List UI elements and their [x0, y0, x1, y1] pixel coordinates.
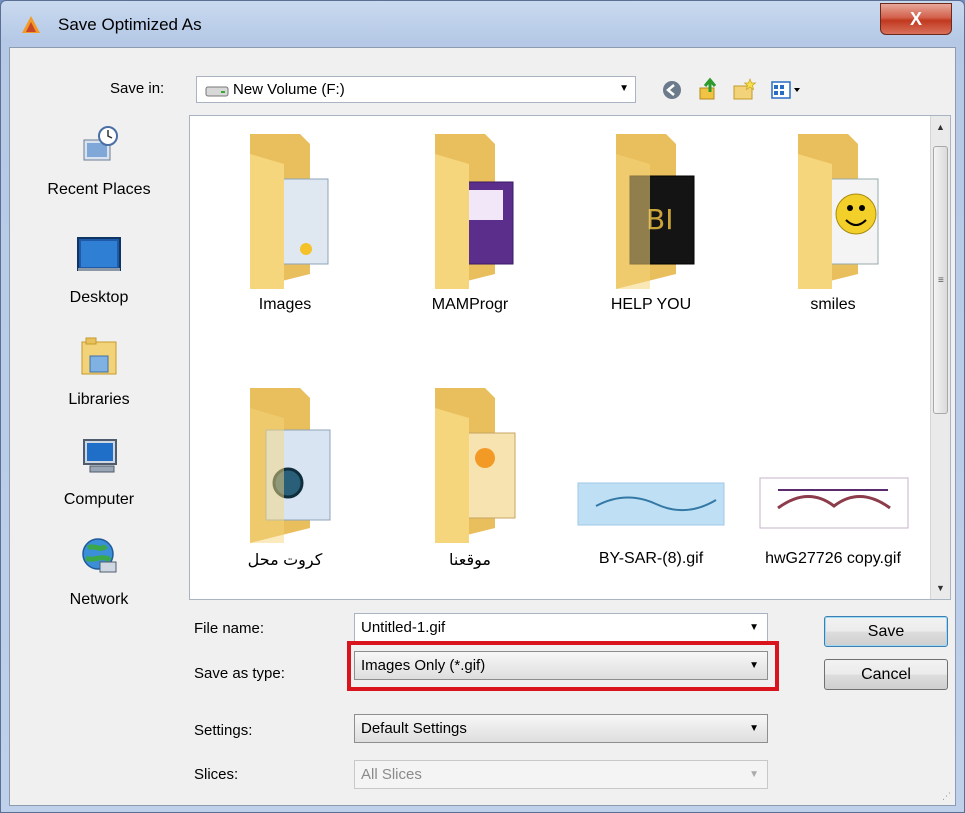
up-folder-icon[interactable] [694, 76, 722, 104]
save-dialog-window: Save Optimized As X Save in: New Volume … [0, 0, 965, 813]
close-button[interactable]: X [880, 3, 952, 35]
item-name: smiles [810, 296, 856, 313]
fireworks-app-icon [22, 16, 40, 33]
computer-icon [83, 439, 117, 473]
image-file-item[interactable]: BY-SAR-(8).gif [566, 378, 736, 568]
place-label: Recent Places [47, 181, 151, 198]
grip-icon: ≡ [938, 275, 944, 286]
file-name-input[interactable]: Untitled-1.gif ▼ [354, 613, 768, 642]
folder-icon [435, 134, 514, 289]
scroll-down-arrow-icon[interactable]: ▼ [931, 579, 950, 597]
folder-icon [250, 388, 331, 543]
window-title: Save Optimized As [58, 15, 202, 34]
view-menu-icon[interactable] [768, 76, 808, 104]
slices-label: Slices: [194, 766, 239, 783]
folder-item[interactable]: MAMProgr [385, 124, 555, 314]
slices-value: All Slices [361, 766, 422, 783]
chevron-down-icon: ▼ [619, 83, 629, 94]
cancel-button[interactable]: Cancel [824, 659, 948, 690]
save-in-value: New Volume (F:) [233, 81, 345, 98]
image-thumbnail [577, 482, 725, 526]
resize-grip-icon[interactable]: ⋰ [942, 791, 951, 802]
folder-item[interactable]: Images [200, 124, 370, 314]
dialog-client-area: Save in: New Volume (F:) ▼ Recent Places… [9, 47, 956, 806]
place-desktop[interactable]: Desktop [10, 232, 188, 307]
folder-item[interactable]: كروت محل [200, 378, 370, 569]
recent-places-icon [83, 126, 118, 161]
chevron-down-icon[interactable]: ▼ [749, 622, 759, 633]
item-name: Images [258, 296, 312, 313]
scroll-up-arrow-icon[interactable]: ▲ [931, 118, 950, 136]
item-name: موقعنا [449, 552, 491, 569]
place-network[interactable]: Network [10, 534, 188, 609]
save-as-type-label: Save as type: [194, 665, 285, 682]
item-name: MAMProgr [431, 296, 509, 313]
vertical-scrollbar[interactable]: ▲ ≡ ▼ [930, 116, 950, 599]
image-thumbnail [759, 477, 909, 529]
item-name: BY-SAR-(8).gif [598, 550, 704, 567]
item-name: hwG27726 copy.gif [765, 550, 901, 567]
folder-item[interactable]: smiles [748, 124, 918, 314]
svg-text:BI: BI [646, 203, 673, 236]
folder-icon [250, 134, 329, 289]
chevron-down-icon: ▼ [749, 723, 759, 734]
folder-icon: BI [616, 134, 695, 289]
item-name: HELP YOU [610, 296, 692, 313]
desktop-icon [77, 237, 121, 271]
folder-item[interactable]: موقعنا [385, 378, 555, 569]
place-label: Libraries [68, 391, 130, 408]
drive-icon [205, 86, 229, 97]
folder-icon [435, 388, 516, 543]
save-in-dropdown[interactable]: New Volume (F:) ▼ [196, 76, 636, 103]
place-recent-places[interactable]: Recent Places [10, 124, 188, 199]
file-name-value: Untitled-1.gif [361, 619, 446, 636]
folder-item[interactable]: BI HELP YOU [566, 124, 736, 314]
network-icon [82, 538, 117, 573]
folder-icon [798, 134, 879, 289]
item-name: كروت محل [247, 552, 323, 569]
file-list-view[interactable]: Images MAMProgr BI HELP YOU smiles كروت … [189, 115, 951, 600]
place-computer[interactable]: Computer [10, 434, 188, 509]
settings-label: Settings: [194, 722, 253, 739]
save-button[interactable]: Save [824, 616, 948, 647]
file-name-label: File name: [194, 620, 265, 637]
place-label: Computer [63, 491, 135, 508]
place-label: Desktop [69, 289, 129, 306]
place-label: Network [69, 591, 129, 608]
slices-dropdown: All Slices ▼ [354, 760, 768, 789]
settings-value: Default Settings [361, 720, 467, 737]
places-bar: Recent Places Desktop Libraries Computer… [10, 114, 188, 614]
title-bar[interactable]: Save Optimized As X [1, 1, 964, 47]
back-icon[interactable] [658, 76, 686, 104]
scroll-thumb[interactable]: ≡ [933, 146, 948, 414]
place-libraries[interactable]: Libraries [10, 334, 188, 409]
image-file-item[interactable]: hwG27726 copy.gif [748, 378, 918, 568]
libraries-icon [81, 337, 117, 375]
chevron-down-icon: ▼ [749, 769, 759, 780]
save-in-label: Save in: [110, 80, 165, 97]
settings-dropdown[interactable]: Default Settings ▼ [354, 714, 768, 743]
new-folder-icon[interactable] [730, 76, 758, 104]
highlight-box [347, 641, 779, 691]
